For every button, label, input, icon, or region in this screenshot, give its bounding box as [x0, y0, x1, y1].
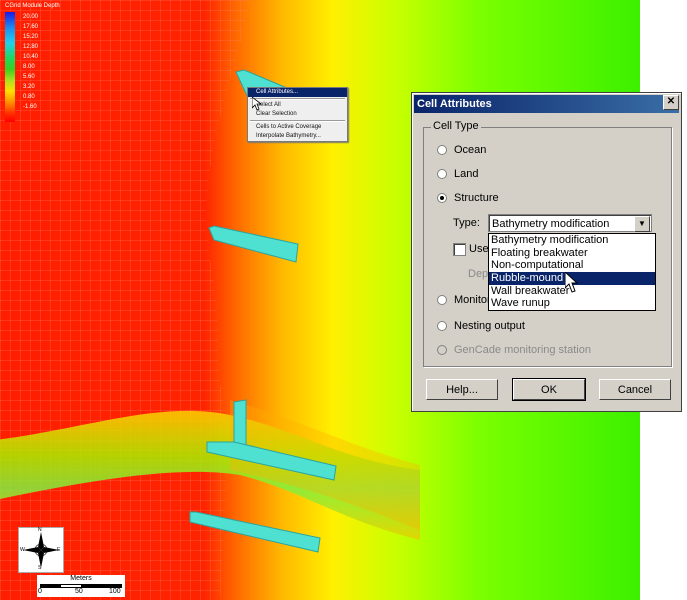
scale-tick: 100	[109, 588, 121, 595]
menu-separator	[250, 98, 345, 100]
use-label: Use	[469, 243, 489, 255]
compass-w-label: W	[20, 547, 25, 553]
radio-circle[interactable]	[437, 321, 447, 331]
radio-circle[interactable]	[437, 145, 447, 155]
close-icon[interactable]: ✕	[663, 95, 679, 110]
pointer-cursor-icon	[565, 272, 578, 293]
groin-1	[233, 399, 247, 449]
radio-label: Nesting output	[454, 320, 525, 332]
radio-monitor[interactable]: Monitor	[437, 294, 491, 306]
type-option[interactable]: Non-computational	[489, 259, 655, 272]
radio-label: Ocean	[454, 144, 487, 156]
legend-value: 15.20	[23, 34, 39, 40]
menu-item-clear-selection[interactable]: Clear Selection	[248, 110, 347, 119]
radio-gencade-monitoring-station: GenCade monitoring station	[437, 344, 591, 356]
radio-circle[interactable]	[437, 295, 447, 305]
cancel-button[interactable]: Cancel	[599, 379, 671, 400]
legend-value: -1.60	[23, 104, 37, 110]
legend-value: 17.60	[23, 24, 39, 30]
compass-e-label: E	[57, 547, 61, 553]
type-select-value: Bathymetry modification	[492, 218, 610, 230]
compass-n-label: N	[38, 527, 42, 533]
menu-item-cell-attributes[interactable]: Cell Attributes...	[248, 88, 347, 97]
dialog-title: Cell Attributes	[414, 95, 679, 113]
scale-title: Meters	[70, 575, 92, 582]
help-button[interactable]: Help...	[426, 379, 498, 400]
legend-value: 3.20	[23, 84, 35, 90]
ok-button[interactable]: OK	[512, 378, 586, 401]
radio-label: Monitor	[454, 294, 491, 306]
radio-nesting-output[interactable]: Nesting output	[437, 320, 525, 332]
legend-title: CGrid Module Depth	[5, 3, 60, 9]
radio-ocean[interactable]: Ocean	[437, 144, 486, 156]
type-option[interactable]: Bathymetry modification	[489, 234, 655, 247]
radio-circle[interactable]	[437, 169, 447, 179]
radio-land[interactable]: Land	[437, 168, 478, 180]
radio-label: GenCade monitoring station	[454, 344, 591, 356]
use-checkbox[interactable]	[453, 243, 466, 256]
radio-circle-selected[interactable]	[437, 193, 447, 203]
chevron-down-icon[interactable]: ▼	[634, 216, 650, 232]
radio-circle	[437, 345, 447, 355]
group-label: Cell Type	[431, 120, 481, 132]
menu-item-interpolate-bathymetry[interactable]: Interpolate Bathymetry...	[248, 132, 347, 141]
legend-value: 5.60	[23, 74, 35, 80]
radio-label: Structure	[454, 192, 499, 204]
north-arrow-compass: N S E W	[18, 527, 64, 573]
compass-s-label: S	[38, 565, 42, 571]
menu-separator	[250, 120, 345, 122]
type-option[interactable]: Floating breakwater	[489, 247, 655, 260]
type-label: Type:	[453, 217, 480, 229]
scale-tick: 0	[38, 588, 42, 595]
cell-attributes-dialog: Cell Attributes ✕ Cell Type Ocean Land S…	[411, 92, 682, 412]
legend-value: 20.00	[23, 14, 39, 20]
legend-value: 12.80	[23, 44, 39, 50]
legend-value: 10.40	[23, 54, 39, 60]
menu-item-cells-to-active-coverage[interactable]: Cells to Active Coverage	[248, 123, 347, 132]
pointer-cursor-icon	[252, 97, 262, 111]
scale-bar: Meters 0 50 100	[37, 575, 125, 597]
depth-label: Dep	[468, 268, 489, 280]
radio-label: Land	[454, 168, 479, 180]
legend-value: 0.80	[23, 94, 35, 100]
type-select[interactable]: Bathymetry modification ▼	[488, 214, 652, 232]
radio-structure[interactable]: Structure	[437, 192, 499, 204]
legend-color-bar	[5, 12, 15, 122]
legend-value: 8.00	[23, 64, 35, 70]
context-menu: Cell Attributes... Select All Clear Sele…	[247, 87, 348, 142]
scale-tick: 50	[75, 588, 83, 595]
type-option[interactable]: Wave runup	[489, 297, 655, 310]
menu-item-select-all[interactable]: Select All	[248, 101, 347, 110]
